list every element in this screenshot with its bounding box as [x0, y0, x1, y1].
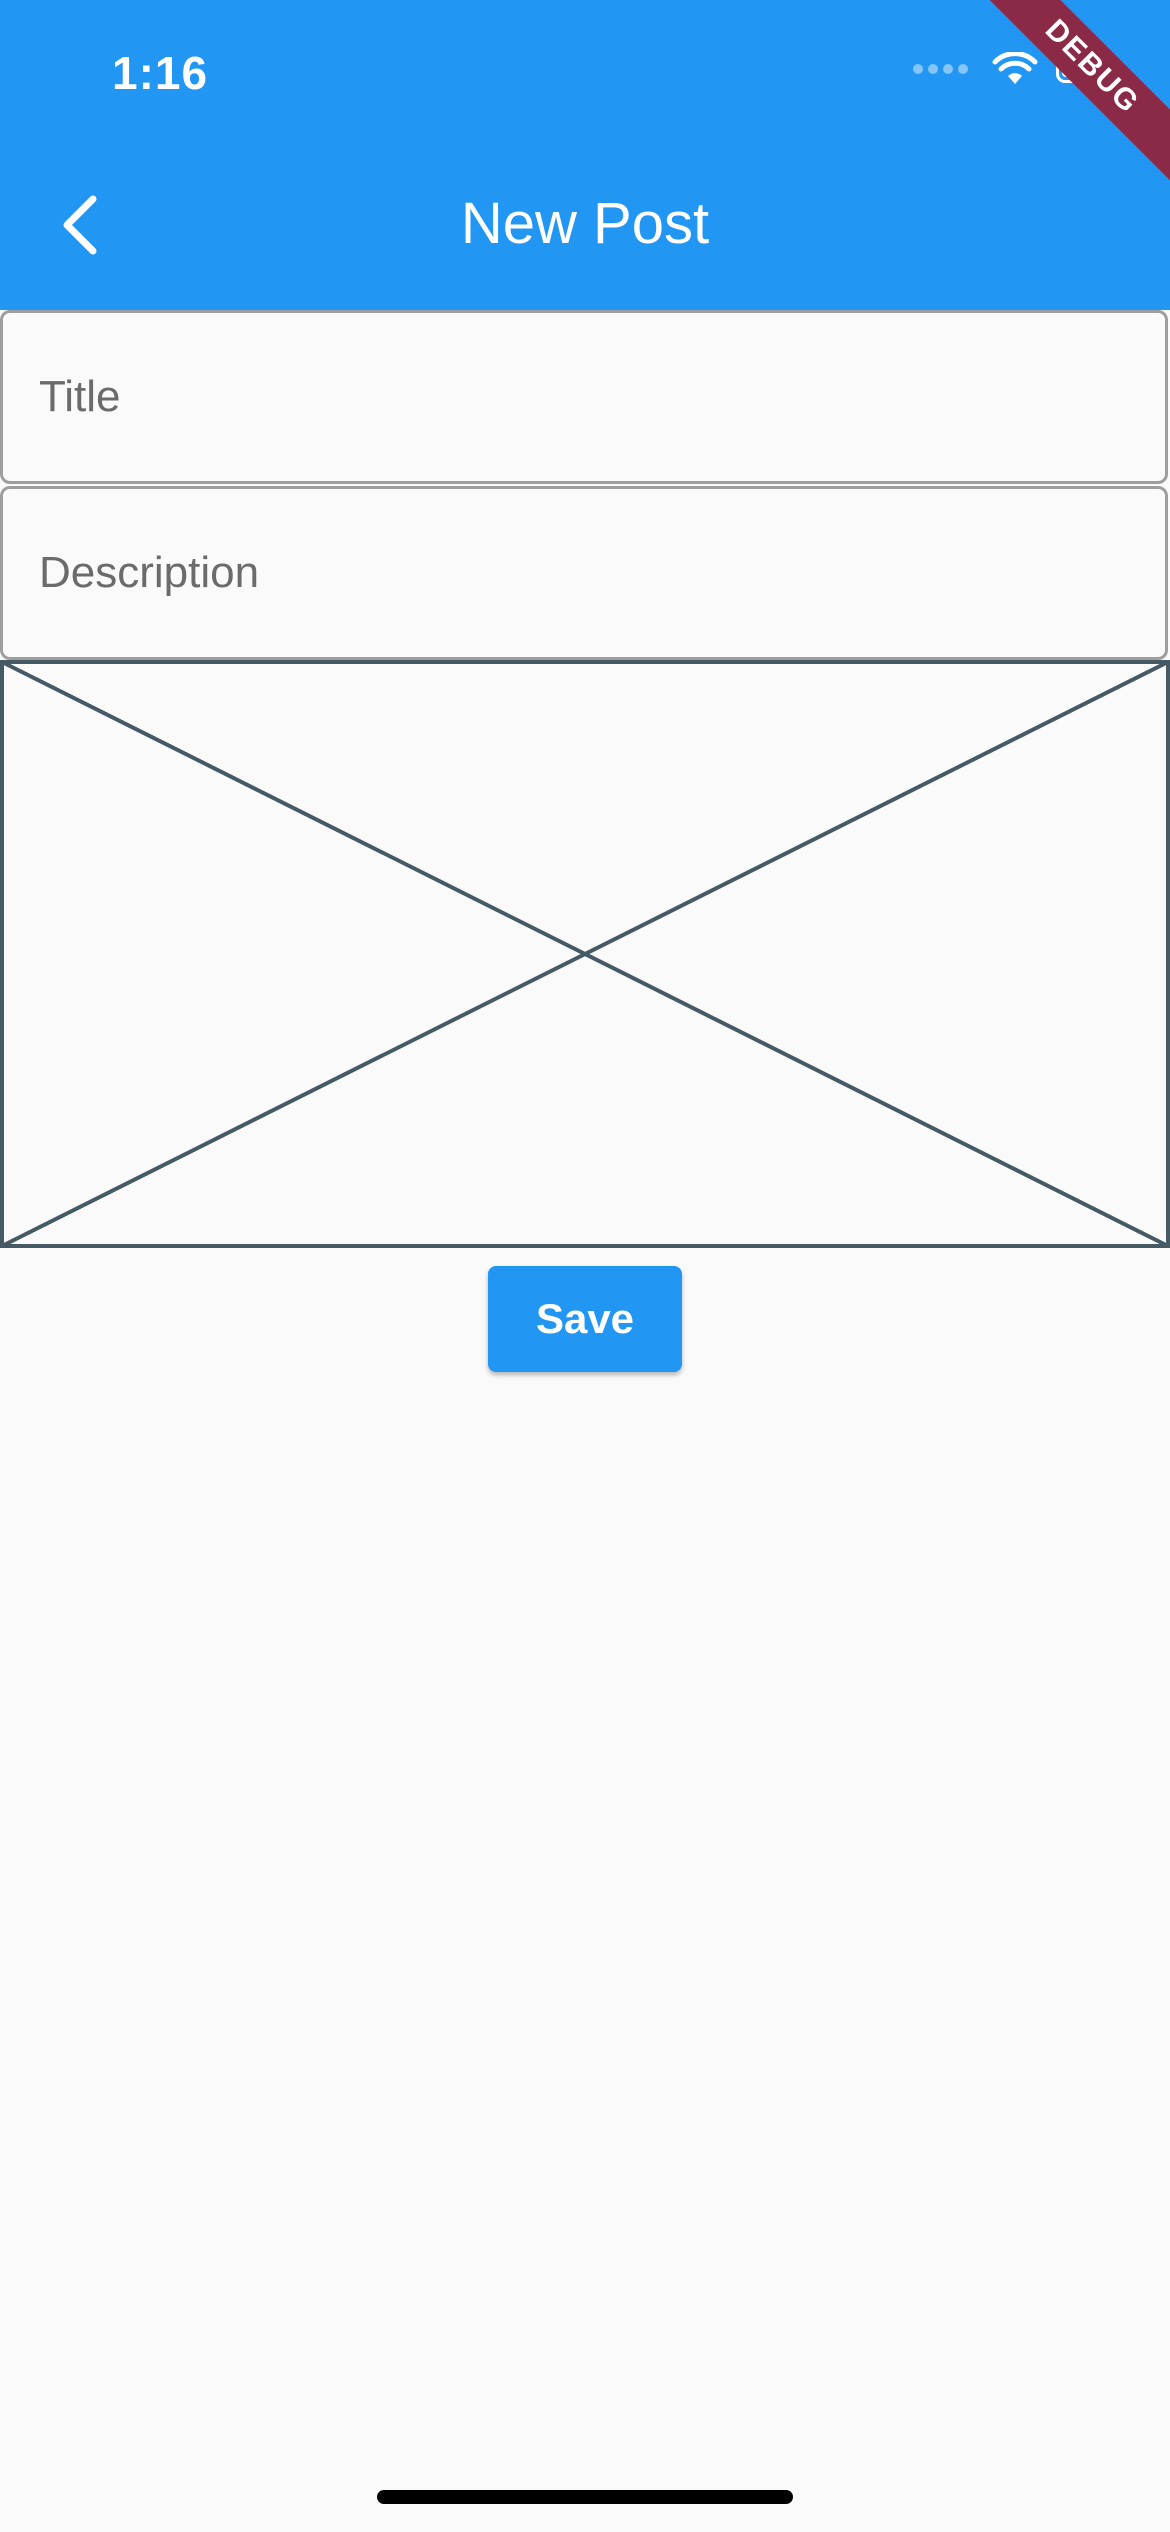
- status-time: 1:16: [112, 47, 209, 99]
- home-indicator: [377, 2490, 793, 2504]
- title-field[interactable]: [0, 310, 1168, 484]
- description-input[interactable]: [3, 489, 1165, 657]
- cellular-signal-icon: [913, 64, 968, 74]
- debug-banner: DEBUG: [954, 0, 1170, 205]
- page-title: New Post: [460, 191, 710, 256]
- save-button[interactable]: Save: [488, 1266, 682, 1372]
- image-placeholder[interactable]: [0, 660, 1170, 1248]
- description-field[interactable]: [0, 486, 1168, 660]
- title-input[interactable]: [3, 313, 1165, 481]
- wifi-icon: [992, 52, 1038, 84]
- app-bar: 1:16 New Post DEBUG: [0, 0, 1170, 310]
